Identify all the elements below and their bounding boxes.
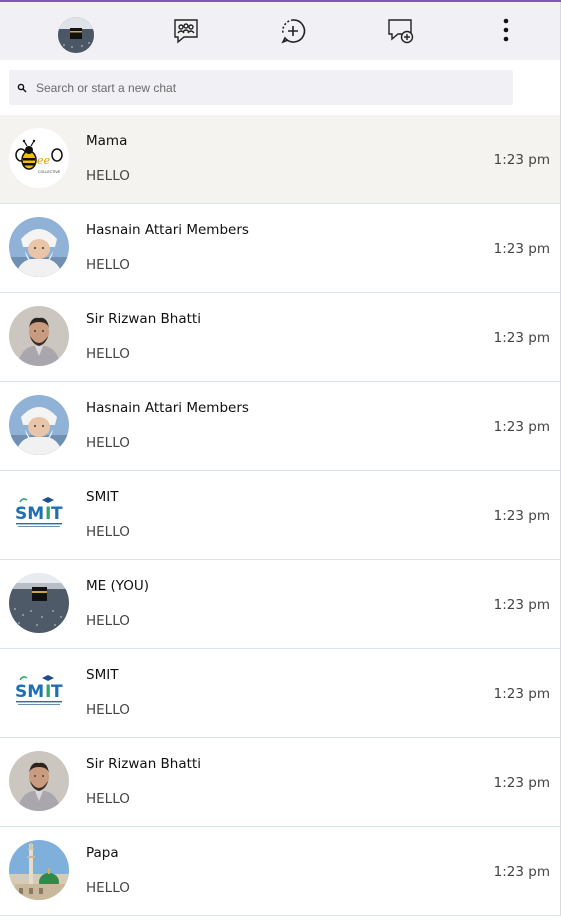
contact-name: Papa bbox=[86, 845, 119, 861]
chat-list-item[interactable]: SM I T SMIT HELLO 1:23 pm bbox=[0, 649, 561, 738]
last-message: HELLO bbox=[86, 257, 130, 273]
message-time: 1:23 pm bbox=[493, 686, 550, 702]
chat-list: ee COLLECTIVE Mama HELLO 1:23 pm Hasnain Atta… bbox=[0, 115, 561, 916]
contact-name: Sir Rizwan Bhatti bbox=[86, 311, 201, 327]
new-chat-icon[interactable] bbox=[386, 16, 416, 46]
chat-list-item[interactable]: ee COLLECTIVE Mama HELLO 1:23 pm bbox=[0, 115, 561, 204]
contact-name: Hasnain Attari Members bbox=[86, 400, 249, 416]
contact-name: SMIT bbox=[86, 489, 119, 505]
chat-list-item[interactable]: Hasnain Attari Members HELLO 1:23 pm bbox=[0, 382, 561, 471]
last-message: HELLO bbox=[86, 168, 130, 184]
last-message: HELLO bbox=[86, 880, 130, 896]
message-time: 1:23 pm bbox=[493, 241, 550, 257]
svg-text:T: T bbox=[51, 504, 63, 524]
message-time: 1:23 pm bbox=[493, 419, 550, 435]
last-message: HELLO bbox=[86, 613, 130, 629]
message-time: 1:23 pm bbox=[493, 152, 550, 168]
message-time: 1:23 pm bbox=[493, 330, 550, 346]
contact-name: SMIT bbox=[86, 667, 119, 683]
message-time: 1:23 pm bbox=[493, 508, 550, 524]
contact-avatar: SM I T bbox=[9, 484, 69, 544]
last-message: HELLO bbox=[86, 702, 130, 718]
status-icon[interactable] bbox=[278, 16, 308, 46]
search-icon bbox=[9, 83, 35, 93]
svg-text:T: T bbox=[51, 682, 63, 702]
contact-avatar: SM I T bbox=[9, 662, 69, 722]
chat-list-item[interactable]: ME (YOU) HELLO 1:23 pm bbox=[0, 560, 561, 649]
svg-text:ee: ee bbox=[37, 154, 51, 167]
search-box bbox=[9, 70, 513, 105]
last-message: HELLO bbox=[86, 791, 130, 807]
chat-list-item[interactable]: Sir Rizwan Bhatti HELLO 1:23 pm bbox=[0, 293, 561, 382]
contact-avatar bbox=[9, 840, 69, 900]
contact-name: Hasnain Attari Members bbox=[86, 222, 249, 238]
svg-text:SM: SM bbox=[15, 504, 44, 524]
search-input[interactable] bbox=[36, 80, 496, 95]
chat-list-item[interactable]: SM I T SMIT HELLO 1:23 pm bbox=[0, 471, 561, 560]
chat-list-item[interactable]: Hasnain Attari Members HELLO 1:23 pm bbox=[0, 204, 561, 293]
contact-avatar bbox=[9, 573, 69, 633]
contact-name: ME (YOU) bbox=[86, 578, 150, 594]
menu-dots-icon[interactable] bbox=[491, 16, 521, 46]
last-message: HELLO bbox=[86, 346, 130, 362]
header-bar bbox=[0, 2, 561, 60]
contact-name: Sir Rizwan Bhatti bbox=[86, 756, 201, 772]
communities-icon[interactable] bbox=[171, 16, 201, 46]
message-time: 1:23 pm bbox=[493, 775, 550, 791]
last-message: HELLO bbox=[86, 435, 130, 451]
svg-text:COLLECTIVE: COLLECTIVE bbox=[38, 170, 61, 174]
contact-avatar bbox=[9, 217, 69, 277]
svg-text:SM: SM bbox=[15, 682, 44, 702]
contact-avatar bbox=[9, 751, 69, 811]
contact-avatar bbox=[9, 306, 69, 366]
contact-name: Mama bbox=[86, 133, 128, 149]
message-time: 1:23 pm bbox=[493, 597, 550, 613]
message-time: 1:23 pm bbox=[493, 864, 550, 880]
chat-list-item[interactable]: Sir Rizwan Bhatti HELLO 1:23 pm bbox=[0, 738, 561, 827]
contact-avatar bbox=[9, 395, 69, 455]
chat-list-item[interactable]: Papa HELLO 1:23 pm bbox=[0, 827, 561, 916]
last-message: HELLO bbox=[86, 524, 130, 540]
contact-avatar: ee COLLECTIVE bbox=[9, 128, 69, 188]
profile-avatar[interactable] bbox=[58, 17, 94, 53]
search-section bbox=[0, 60, 561, 115]
